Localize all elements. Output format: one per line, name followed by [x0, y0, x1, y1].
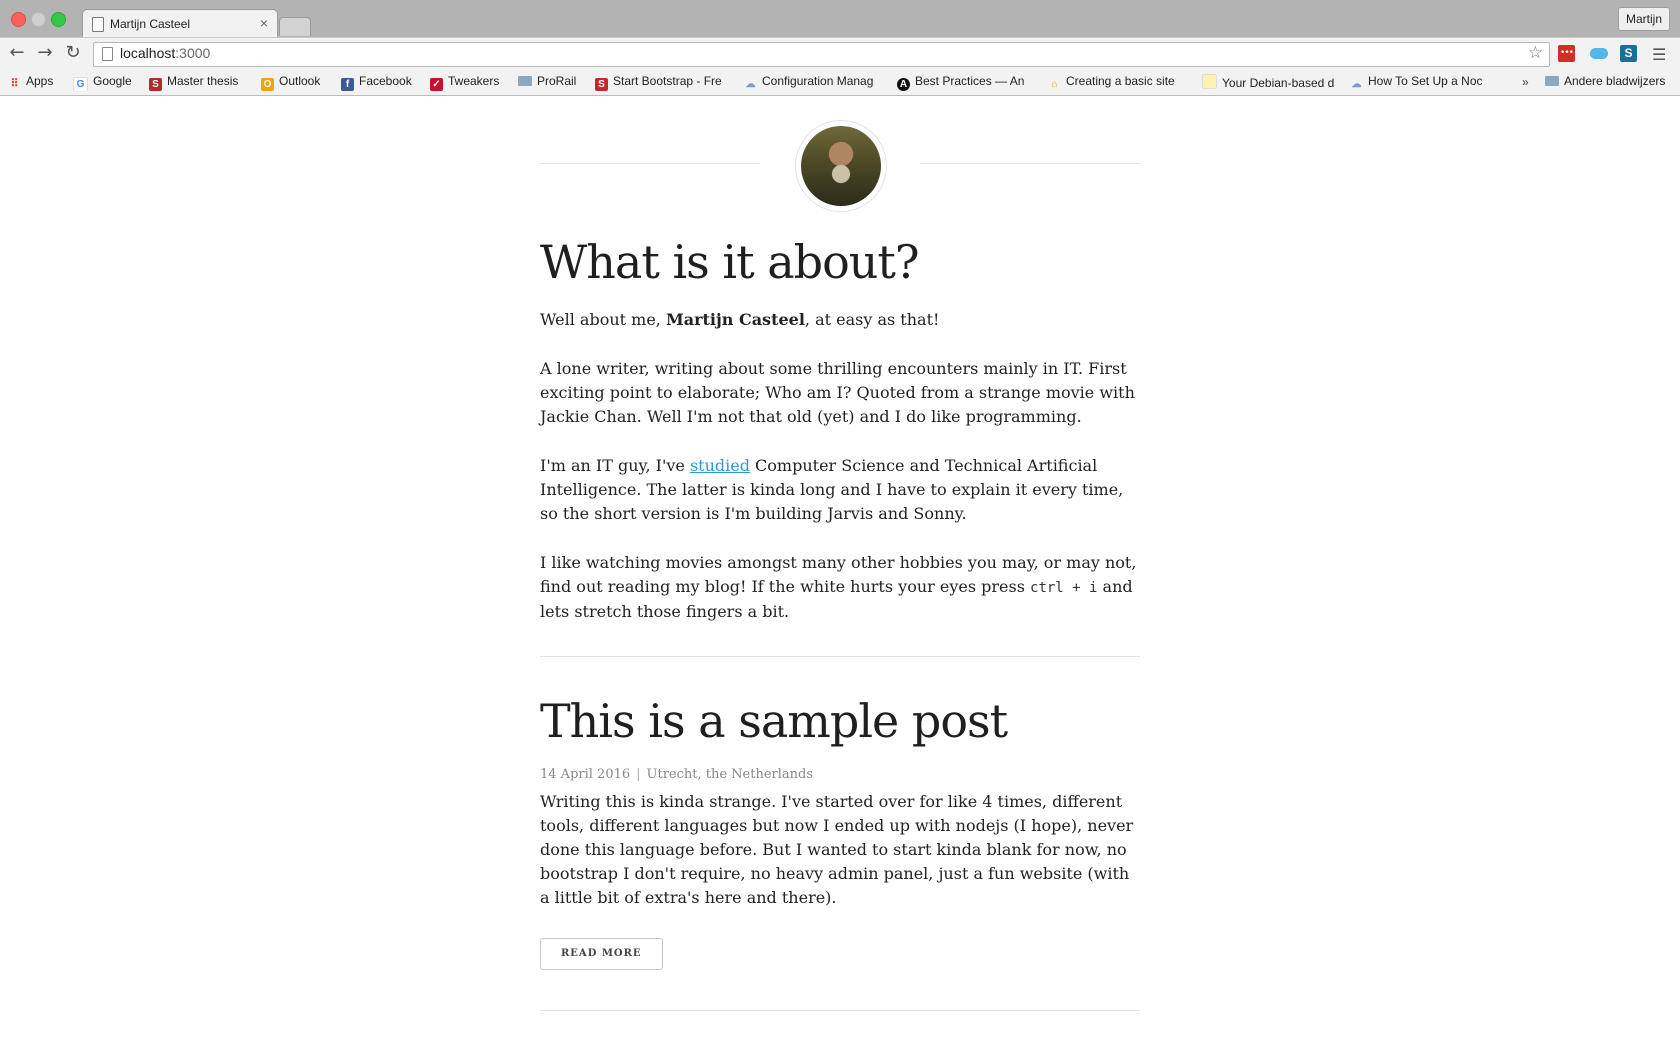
bookmark-label: ProRail: [537, 74, 577, 88]
bookmark-google[interactable]: G Google: [73, 74, 132, 91]
tab-title: Martijn Casteel: [110, 17, 191, 31]
bookmark-label: Facebook: [359, 74, 412, 88]
bookmark-label: Tweakers: [448, 74, 500, 88]
avatar-photo: [801, 126, 881, 206]
intro-suffix: , at easy as that!: [804, 310, 940, 329]
post-divider: [540, 1010, 1140, 1011]
home-icon: ⌂: [1051, 79, 1058, 90]
divider-left: [540, 163, 760, 164]
bookmark-start-bootstrap[interactable]: S Start Bootstrap - Fre: [595, 74, 730, 91]
p3-prefix: I'm an IT guy, I've: [540, 456, 690, 475]
reload-icon[interactable]: ↻: [62, 42, 84, 64]
bookmark-label: Google: [93, 74, 132, 88]
bookmark-label: Andere bladwijzers: [1564, 74, 1666, 88]
angular-icon: A: [897, 78, 910, 91]
bookmark-debian-based[interactable]: Your Debian-based d: [1202, 74, 1337, 91]
about-paragraph-4: I like watching movies amongst many othe…: [540, 551, 1140, 624]
bookmark-other-bookmarks[interactable]: Andere bladwijzers: [1545, 74, 1665, 91]
post-meta: 14 April 2016 | Utrecht, the Netherlands: [540, 767, 1140, 782]
close-window-button[interactable]: [11, 12, 26, 27]
profile-button[interactable]: Martijn: [1617, 7, 1670, 31]
bookmark-best-practices[interactable]: A Best Practices — An: [897, 74, 1032, 91]
studied-link[interactable]: studied: [690, 456, 750, 475]
maximize-window-button[interactable]: [51, 12, 66, 27]
post-date: 14 April 2016: [540, 767, 631, 782]
about-intro: Well about me, Martijn Casteel, at easy …: [540, 308, 1140, 332]
bookmark-apps[interactable]: ⠿ Apps: [8, 74, 53, 91]
bookmarks-overflow-button[interactable]: »: [1522, 75, 1529, 89]
forward-arrow-icon[interactable]: →: [34, 42, 56, 64]
address-bar[interactable]: localhost:3000 ☆: [93, 42, 1550, 67]
browser-titlebar: Martijn Casteel × Martijn: [0, 0, 1680, 38]
post-excerpt: Writing this is kinda strange. I've star…: [540, 792, 1134, 907]
url-port: :3000: [175, 45, 211, 61]
browser-toolbar: ← → ↻ localhost:3000 ☆ ••• S ☰: [0, 37, 1680, 71]
browser-tab[interactable]: Martijn Casteel ×: [82, 9, 278, 38]
folder-icon: [1545, 76, 1559, 86]
keyboard-shortcut: ctrl + i: [1030, 580, 1098, 596]
bookmark-creating-basic-site[interactable]: ⌂ Creating a basic site: [1048, 74, 1183, 91]
page-icon: [102, 47, 113, 61]
tab-close-button[interactable]: ×: [260, 15, 268, 31]
bookmark-master-thesis[interactable]: S Master thesis: [149, 74, 238, 91]
bookmark-prorail[interactable]: ProRail: [518, 74, 576, 91]
read-more-button[interactable]: READ MORE: [540, 938, 663, 970]
document-icon: [92, 17, 104, 32]
intro-prefix: Well about me,: [540, 310, 666, 329]
google-icon: G: [73, 77, 88, 91]
url-text[interactable]: localhost:3000: [120, 45, 210, 61]
bookmark-label: Master thesis: [167, 74, 239, 88]
folder-icon: [518, 76, 532, 86]
bookmark-label: Outlook: [279, 74, 321, 88]
bookmark-tweakers[interactable]: ✓ Tweakers: [430, 74, 499, 91]
new-tab-button[interactable]: [279, 17, 311, 36]
blog-page: What is it about? Well about me, Martijn…: [540, 96, 1140, 1011]
divider-right: [920, 163, 1140, 164]
meta-separator: |: [636, 767, 641, 782]
about-paragraph-2: A lone writer, writing about some thrill…: [540, 359, 1135, 426]
apps-grid-icon: ⠿: [10, 78, 19, 90]
hamburger-menu-icon[interactable]: ☰: [1652, 45, 1666, 64]
tweakers-icon: ✓: [430, 78, 443, 91]
avatar-header: [540, 96, 1140, 236]
bookmark-label: Your Debian-based d: [1222, 76, 1335, 90]
avatar: [795, 120, 887, 212]
bookmark-label: How To Set Up a Noc: [1368, 74, 1483, 88]
url-host: localhost: [120, 45, 176, 61]
bookmark-label: Apps: [26, 74, 54, 88]
bookmark-star-icon[interactable]: ☆: [1528, 43, 1543, 63]
cloud-icon: ☁: [745, 79, 756, 90]
cloud-icon: ☁: [1351, 79, 1362, 90]
bookmark-label: Configuration Manag: [762, 74, 874, 88]
author-name: Martijn Casteel: [665, 310, 805, 329]
about-title: What is it about?: [540, 235, 920, 289]
bookmark-label: Start Bootstrap - Fre: [613, 74, 722, 88]
post-preview: This is a sample post 14 April 2016 | Utre…: [540, 657, 1140, 970]
post-location: Utrecht, the Netherlands: [646, 767, 814, 782]
s-red-icon: S: [149, 78, 162, 91]
bookmark-label: Creating a basic site: [1066, 74, 1175, 88]
minimize-window-button[interactable]: [31, 12, 46, 27]
cloud-extension-icon[interactable]: [1590, 48, 1608, 59]
lastpass-extension-icon[interactable]: •••: [1558, 45, 1575, 62]
bookmark-how-to-set-up[interactable]: ☁ How To Set Up a Noc: [1350, 74, 1485, 91]
bookmark-outlook[interactable]: O Outlook: [261, 74, 320, 91]
about-paragraph-3: I'm an IT guy, I've studied Computer Sci…: [540, 454, 1140, 526]
back-arrow-icon[interactable]: ←: [6, 42, 28, 64]
post-title[interactable]: This is a sample post: [540, 693, 1140, 749]
bookmarks-bar: ⠿ Apps G Google S Master thesis O Outlook fF…: [0, 70, 1680, 96]
outlook-icon: O: [261, 78, 274, 91]
bookmark-label: Best Practices — An: [915, 74, 1025, 88]
facebook-icon: f: [341, 78, 354, 91]
page-icon: [1202, 74, 1217, 89]
about-section: What is it about? Well about me, Martijn…: [540, 234, 1140, 624]
bookmark-configuration-manag[interactable]: ☁ Configuration Manag: [744, 74, 879, 91]
bookmark-facebook[interactable]: f Facebook: [341, 74, 412, 91]
s-extension-icon[interactable]: S: [1620, 45, 1637, 62]
s-red-icon: S: [595, 78, 608, 91]
